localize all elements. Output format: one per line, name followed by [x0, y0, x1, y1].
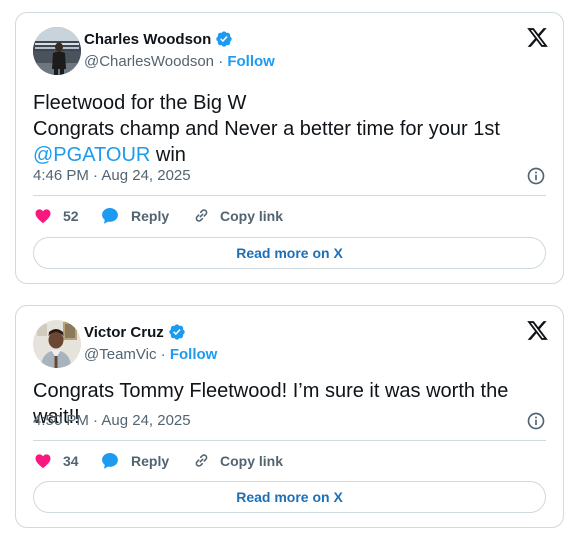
author-handle[interactable]: @TeamVic — [84, 346, 156, 363]
avatar[interactable] — [33, 27, 81, 75]
tweet-text-line: @PGATOUR win — [33, 142, 553, 168]
like-button[interactable]: 34 — [34, 452, 100, 470]
speech-bubble-icon — [100, 451, 120, 470]
x-logo-icon[interactable] — [526, 26, 549, 49]
read-more-button[interactable]: Read more on X — [33, 481, 546, 513]
tweet-text: Fleetwood for the Big W Congrats champ a… — [33, 90, 553, 168]
timestamp[interactable]: 4:46 PM · Aug 24, 2025 — [33, 167, 191, 184]
author-name-row[interactable]: Victor Cruz — [84, 323, 186, 341]
x-logo-icon[interactable] — [526, 319, 549, 342]
reply-button[interactable]: Reply — [100, 206, 192, 225]
info-icon[interactable] — [526, 411, 546, 431]
copy-link-label: Copy link — [220, 452, 284, 469]
tweet-text-line: Fleetwood for the Big W — [33, 92, 247, 114]
follow-button[interactable]: Follow — [170, 346, 218, 363]
action-bar: 52 Reply Copy link — [34, 206, 283, 225]
heart-icon — [34, 452, 52, 470]
copy-link-button[interactable]: Copy link — [192, 451, 283, 470]
timestamp[interactable]: 4:50 PM · Aug 24, 2025 — [33, 412, 191, 429]
verified-badge-icon — [168, 323, 186, 341]
like-button[interactable]: 52 — [34, 207, 100, 225]
reply-label: Reply — [131, 207, 170, 224]
mention-link[interactable]: @PGATOUR — [33, 144, 150, 166]
separator: · — [160, 346, 170, 363]
read-more-button[interactable]: Read more on X — [33, 237, 546, 269]
like-count: 34 — [63, 452, 79, 469]
copy-link-label: Copy link — [220, 207, 284, 224]
verified-badge-icon — [215, 30, 233, 48]
author-name[interactable]: Victor Cruz — [84, 324, 164, 341]
action-bar: 34 Reply Copy link — [34, 451, 283, 470]
author-name[interactable]: Charles Woodson — [84, 31, 211, 48]
link-icon — [192, 451, 211, 470]
heart-icon — [34, 207, 52, 225]
link-icon — [192, 206, 211, 225]
author-name-row[interactable]: Charles Woodson — [84, 30, 233, 48]
author-handle[interactable]: @CharlesWoodson — [84, 53, 214, 70]
copy-link-button[interactable]: Copy link — [192, 206, 283, 225]
reply-button[interactable]: Reply — [100, 451, 192, 470]
divider — [33, 440, 546, 441]
author-handle-row: @CharlesWoodson · Follow — [84, 53, 275, 70]
info-icon[interactable] — [526, 166, 546, 186]
like-count: 52 — [63, 207, 79, 224]
author-handle-row: @TeamVic · Follow — [84, 346, 217, 363]
speech-bubble-icon — [100, 206, 120, 225]
tweet-card[interactable]: Charles Woodson @CharlesWoodson · Follow… — [15, 12, 564, 284]
tweet-text-fragment: win — [150, 144, 186, 166]
avatar[interactable] — [33, 320, 81, 368]
separator: · — [218, 53, 228, 70]
divider — [33, 195, 546, 196]
reply-label: Reply — [131, 452, 170, 469]
tweet-card[interactable]: Victor Cruz @TeamVic · Follow Congrats T… — [15, 305, 564, 528]
tweet-text-line: Congrats champ and Never a better time f… — [33, 118, 500, 140]
follow-button[interactable]: Follow — [227, 53, 275, 70]
